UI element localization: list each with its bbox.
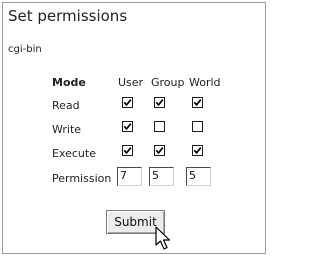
checkmark-icon	[123, 99, 132, 107]
column-header-group: Group	[151, 76, 185, 89]
permission-input-world[interactable]: 5	[186, 167, 211, 186]
checkbox-read-world[interactable]	[192, 97, 203, 108]
mouse-pointer-icon	[155, 226, 171, 250]
row-label-permission: Permission	[52, 172, 112, 185]
checkbox-write-group[interactable]	[154, 121, 165, 132]
checkmark-icon	[123, 147, 132, 155]
permission-input-group[interactable]: 5	[149, 167, 174, 186]
checkmark-icon	[155, 99, 164, 107]
row-label-read: Read	[52, 99, 80, 112]
directory-name: cgi-bin	[8, 44, 42, 55]
column-header-world: World	[189, 76, 221, 89]
checkbox-read-group[interactable]	[154, 97, 165, 108]
checkbox-execute-user[interactable]	[122, 145, 133, 156]
checkbox-execute-group[interactable]	[154, 145, 165, 156]
row-label-execute: Execute	[52, 147, 96, 160]
checkbox-write-user[interactable]	[122, 121, 133, 132]
checkmark-icon	[193, 99, 202, 107]
checkbox-execute-world[interactable]	[192, 145, 203, 156]
column-header-user: User	[118, 76, 144, 89]
checkbox-write-world[interactable]	[192, 121, 203, 132]
page-title: Set permissions	[8, 7, 128, 25]
checkbox-read-user[interactable]	[122, 97, 133, 108]
checkmark-icon	[123, 123, 132, 131]
permission-input-user[interactable]: 7	[117, 167, 142, 186]
checkmark-icon	[193, 147, 202, 155]
row-label-write: Write	[52, 123, 82, 136]
column-header-mode: Mode	[52, 76, 86, 89]
checkmark-icon	[155, 147, 164, 155]
permissions-panel: Set permissions cgi-bin Mode User Group …	[2, 2, 266, 254]
